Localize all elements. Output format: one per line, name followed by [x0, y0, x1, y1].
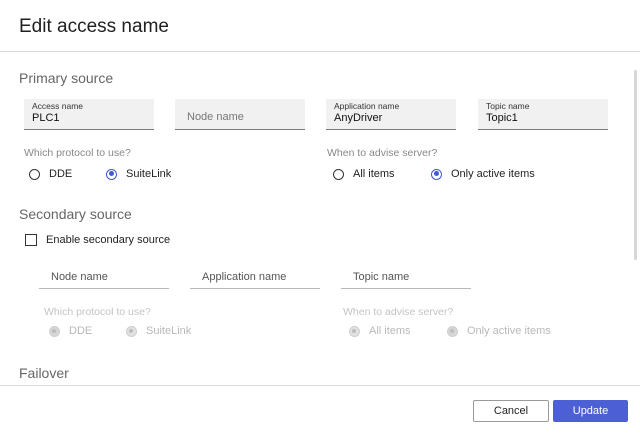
- radio-checked-icon: [106, 168, 117, 180]
- radio-disabled-icon: [126, 325, 137, 337]
- radio-unchecked-icon: [29, 168, 40, 180]
- access-name-value: PLC1: [32, 112, 60, 124]
- secondary-topic-name-placeholder: Topic name: [353, 271, 410, 283]
- primary-protocol-question: Which protocol to use?: [24, 147, 131, 159]
- dialog-title: Edit access name: [19, 16, 169, 37]
- secondary-source-heading: Secondary source: [19, 206, 132, 222]
- secondary-protocol-question: Which protocol to use?: [44, 306, 151, 318]
- primary-topic-name-label: Topic name: [486, 101, 530, 111]
- primary-application-name-field[interactable]: Application name AnyDriver: [326, 99, 456, 130]
- checkbox-unchecked-icon: [25, 234, 37, 246]
- scrollbar-thumb[interactable]: [634, 70, 637, 260]
- update-button[interactable]: Update: [553, 400, 628, 422]
- primary-advise-question: When to advise server?: [327, 147, 438, 159]
- secondary-node-name-field[interactable]: Node name: [39, 267, 169, 289]
- primary-node-name-placeholder: Node name: [187, 111, 244, 123]
- failover-heading: Failover: [19, 365, 69, 381]
- secondary-advise-all-items-label: All items: [369, 325, 411, 337]
- secondary-advise-only-active-label: Only active items: [467, 325, 551, 337]
- dialog-content[interactable]: Primary source Access name PLC1 Node nam…: [0, 52, 640, 385]
- secondary-application-name-placeholder: Application name: [202, 271, 287, 283]
- primary-advise-all-items-label: All items: [353, 168, 395, 180]
- primary-protocol-suitelink-radio[interactable]: SuiteLink: [106, 168, 171, 180]
- primary-application-name-label: Application name: [334, 101, 400, 111]
- secondary-protocol-suitelink-label: SuiteLink: [146, 325, 192, 337]
- secondary-node-name-placeholder: Node name: [51, 271, 108, 283]
- radio-disabled-icon: [349, 325, 360, 337]
- access-name-field[interactable]: Access name PLC1: [24, 99, 154, 130]
- enable-secondary-label: Enable secondary source: [46, 234, 171, 246]
- dialog-header: Edit access name: [0, 0, 640, 52]
- radio-checked-icon: [431, 168, 442, 180]
- secondary-advise-only-active-radio: Only active items: [447, 325, 551, 337]
- secondary-protocol-dde-radio: DDE: [49, 325, 92, 337]
- secondary-topic-name-field[interactable]: Topic name: [341, 267, 471, 289]
- secondary-advise-all-items-radio: All items: [349, 325, 411, 337]
- radio-unchecked-icon: [333, 168, 344, 180]
- primary-application-name-value: AnyDriver: [334, 112, 383, 124]
- primary-node-name-field[interactable]: Node name: [175, 99, 305, 130]
- primary-topic-name-value: Topic1: [486, 112, 518, 124]
- secondary-protocol-dde-label: DDE: [69, 325, 93, 337]
- primary-advise-all-items-radio[interactable]: All items: [333, 168, 395, 180]
- dialog-footer: Cancel Update: [0, 385, 640, 437]
- primary-source-heading: Primary source: [19, 70, 114, 86]
- primary-protocol-suitelink-label: SuiteLink: [126, 168, 172, 180]
- enable-secondary-checkbox[interactable]: Enable secondary source: [25, 234, 170, 246]
- primary-protocol-dde-radio[interactable]: DDE: [29, 168, 72, 180]
- cancel-button[interactable]: Cancel: [473, 400, 549, 422]
- radio-disabled-checked-icon: [49, 325, 60, 337]
- secondary-application-name-field[interactable]: Application name: [190, 267, 320, 289]
- primary-advise-only-active-label: Only active items: [451, 168, 535, 180]
- radio-disabled-checked-icon: [447, 325, 458, 337]
- primary-topic-name-field[interactable]: Topic name Topic1: [478, 99, 608, 130]
- primary-protocol-dde-label: DDE: [49, 168, 73, 180]
- secondary-advise-question: When to advise server?: [343, 306, 454, 318]
- secondary-protocol-suitelink-radio: SuiteLink: [126, 325, 191, 337]
- access-name-label: Access name: [32, 101, 84, 111]
- primary-advise-only-active-radio[interactable]: Only active items: [431, 168, 535, 180]
